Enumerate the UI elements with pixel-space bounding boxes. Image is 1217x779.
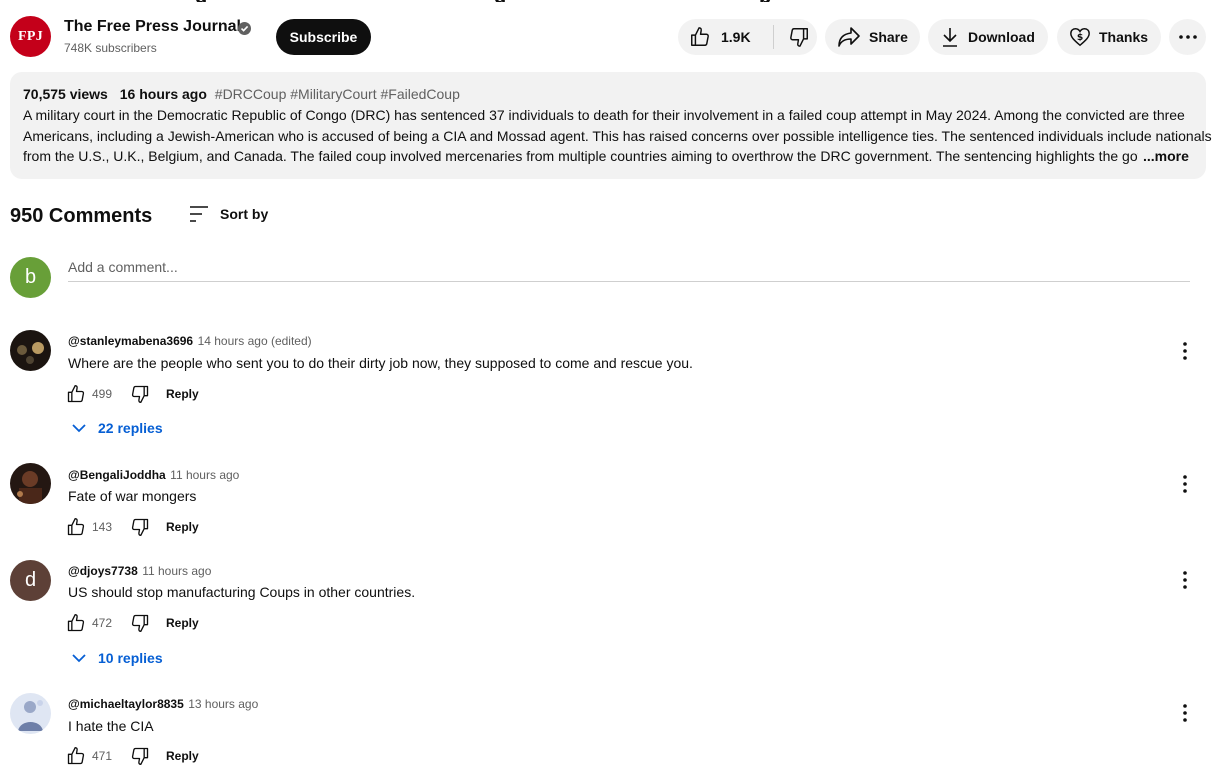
comment-time[interactable]: 11 hours ago bbox=[170, 468, 239, 482]
comment-header: @djoys7738 11 hours ago bbox=[68, 562, 211, 580]
like-dislike-group: 1.9K bbox=[678, 19, 817, 55]
channel-avatar[interactable]: FPJ bbox=[10, 16, 51, 57]
thanks-label: Thanks bbox=[1099, 29, 1149, 45]
subscriber-count: 748K subscribers bbox=[64, 41, 157, 55]
upload-time: 16 hours ago bbox=[119, 86, 207, 102]
share-label: Share bbox=[869, 29, 908, 45]
thumbs-down-icon bbox=[788, 26, 810, 48]
comment-dislike-button[interactable] bbox=[130, 613, 150, 633]
title-fragment: p bbox=[759, 0, 771, 2]
download-button[interactable]: Download bbox=[928, 19, 1048, 55]
heart-dollar-icon: $ bbox=[1069, 26, 1091, 48]
download-label: Download bbox=[968, 29, 1035, 45]
svg-text:$: $ bbox=[1077, 32, 1083, 43]
chevron-down-icon bbox=[72, 423, 98, 433]
sort-icon bbox=[189, 205, 220, 223]
description-line: from the U.S., U.K., Belgium, and Canada… bbox=[23, 148, 1138, 164]
title-fragment: g bbox=[494, 0, 506, 2]
comment-time[interactable]: 14 hours ago (edited) bbox=[198, 334, 312, 348]
description-more-link[interactable]: ...more bbox=[1141, 148, 1189, 164]
comment-menu-icon[interactable] bbox=[1182, 475, 1188, 493]
comment-input[interactable]: Add a comment... bbox=[68, 259, 178, 275]
video-title-clipped: g g p bbox=[0, 0, 1217, 2]
comment-input-underline bbox=[68, 281, 1190, 282]
comment-actions: 471 Reply bbox=[66, 746, 199, 766]
comment-like-count: 472 bbox=[92, 616, 113, 630]
commenter-avatar[interactable] bbox=[10, 463, 51, 504]
comment-menu-icon[interactable] bbox=[1182, 571, 1188, 589]
comment-text: US should stop manufacturing Coups in ot… bbox=[68, 584, 416, 600]
comment-dislike-button[interactable] bbox=[130, 517, 150, 537]
comment-actions: 499 Reply bbox=[66, 384, 199, 404]
dislike-button[interactable] bbox=[774, 19, 810, 55]
comment-menu-icon[interactable] bbox=[1182, 342, 1188, 360]
replies-count: 10 replies bbox=[98, 650, 163, 666]
user-avatar: b bbox=[10, 257, 51, 298]
channel-name[interactable]: The Free Press Journal bbox=[64, 18, 241, 36]
comment-header: @stanleymabena3696 14 hours ago (edited) bbox=[68, 332, 312, 350]
comment-actions: 472 Reply bbox=[66, 613, 199, 633]
comment-text: I hate the CIA bbox=[68, 718, 154, 734]
view-replies-button[interactable]: 22 replies bbox=[72, 420, 163, 436]
comment-author[interactable]: @michaeltaylor8835 bbox=[68, 697, 184, 711]
like-count: 1.9K bbox=[721, 29, 751, 45]
comment-reply-button[interactable]: Reply bbox=[166, 616, 199, 630]
comment-like-button[interactable] bbox=[66, 384, 86, 404]
comment-actions: 143 Reply bbox=[66, 517, 199, 537]
comment-header: @BengaliJoddha 11 hours ago bbox=[68, 466, 239, 484]
comment-reply-button[interactable]: Reply bbox=[166, 387, 199, 401]
download-icon bbox=[940, 26, 960, 48]
commenter-avatar[interactable] bbox=[10, 693, 51, 734]
comment-author[interactable]: @stanleymabena3696 bbox=[68, 334, 193, 348]
comment-like-button[interactable] bbox=[66, 746, 86, 766]
share-icon bbox=[837, 26, 861, 48]
thanks-button[interactable]: $ Thanks bbox=[1057, 19, 1161, 55]
description-meta: 70,575 views 16 hours ago #DRCCoup #Mili… bbox=[23, 86, 460, 102]
comment-author[interactable]: @djoys7738 bbox=[68, 564, 138, 578]
view-replies-button[interactable]: 10 replies bbox=[72, 650, 163, 666]
commenter-avatar[interactable] bbox=[10, 330, 51, 371]
comment-text: Where are the people who sent you to do … bbox=[68, 355, 693, 371]
comment-like-button[interactable] bbox=[66, 517, 86, 537]
comment-reply-button[interactable]: Reply bbox=[166, 520, 199, 534]
comment-dislike-button[interactable] bbox=[130, 746, 150, 766]
comment-header: @michaeltaylor8835 13 hours ago bbox=[68, 695, 258, 713]
subscribe-button[interactable]: Subscribe bbox=[276, 19, 371, 55]
description-line: A military court in the Democratic Repub… bbox=[23, 107, 1185, 123]
sort-button[interactable]: Sort by bbox=[189, 205, 268, 223]
comment-like-count: 499 bbox=[92, 387, 113, 401]
hashtags[interactable]: #DRCCoup #MilitaryCourt #FailedCoup bbox=[215, 86, 460, 102]
like-button[interactable]: 1.9K bbox=[678, 19, 773, 55]
comments-count: 950 Comments bbox=[10, 205, 153, 227]
comment-menu-icon[interactable] bbox=[1182, 704, 1188, 722]
comment-like-count: 143 bbox=[92, 520, 113, 534]
more-actions-button[interactable] bbox=[1169, 19, 1206, 55]
view-count: 70,575 views bbox=[23, 86, 108, 102]
title-fragment: g bbox=[195, 0, 207, 2]
comment-reply-button[interactable]: Reply bbox=[166, 749, 199, 763]
thumbs-up-icon bbox=[689, 26, 721, 48]
comment-like-count: 471 bbox=[92, 749, 113, 763]
comment-dislike-button[interactable] bbox=[130, 384, 150, 404]
comment-author[interactable]: @BengaliJoddha bbox=[68, 468, 166, 482]
comment-time[interactable]: 11 hours ago bbox=[142, 564, 211, 578]
description-line: Americans, including a Jewish-American w… bbox=[23, 128, 1212, 144]
more-horizontal-icon bbox=[1178, 35, 1197, 39]
replies-count: 22 replies bbox=[98, 420, 163, 436]
comment-text: Fate of war mongers bbox=[68, 488, 197, 504]
comment-like-button[interactable] bbox=[66, 613, 86, 633]
sort-label: Sort by bbox=[220, 206, 269, 222]
verified-icon bbox=[238, 22, 251, 35]
share-button[interactable]: Share bbox=[825, 19, 920, 55]
commenter-avatar[interactable]: d bbox=[10, 560, 51, 601]
chevron-down-icon bbox=[72, 653, 98, 663]
comment-time[interactable]: 13 hours ago bbox=[188, 697, 258, 711]
